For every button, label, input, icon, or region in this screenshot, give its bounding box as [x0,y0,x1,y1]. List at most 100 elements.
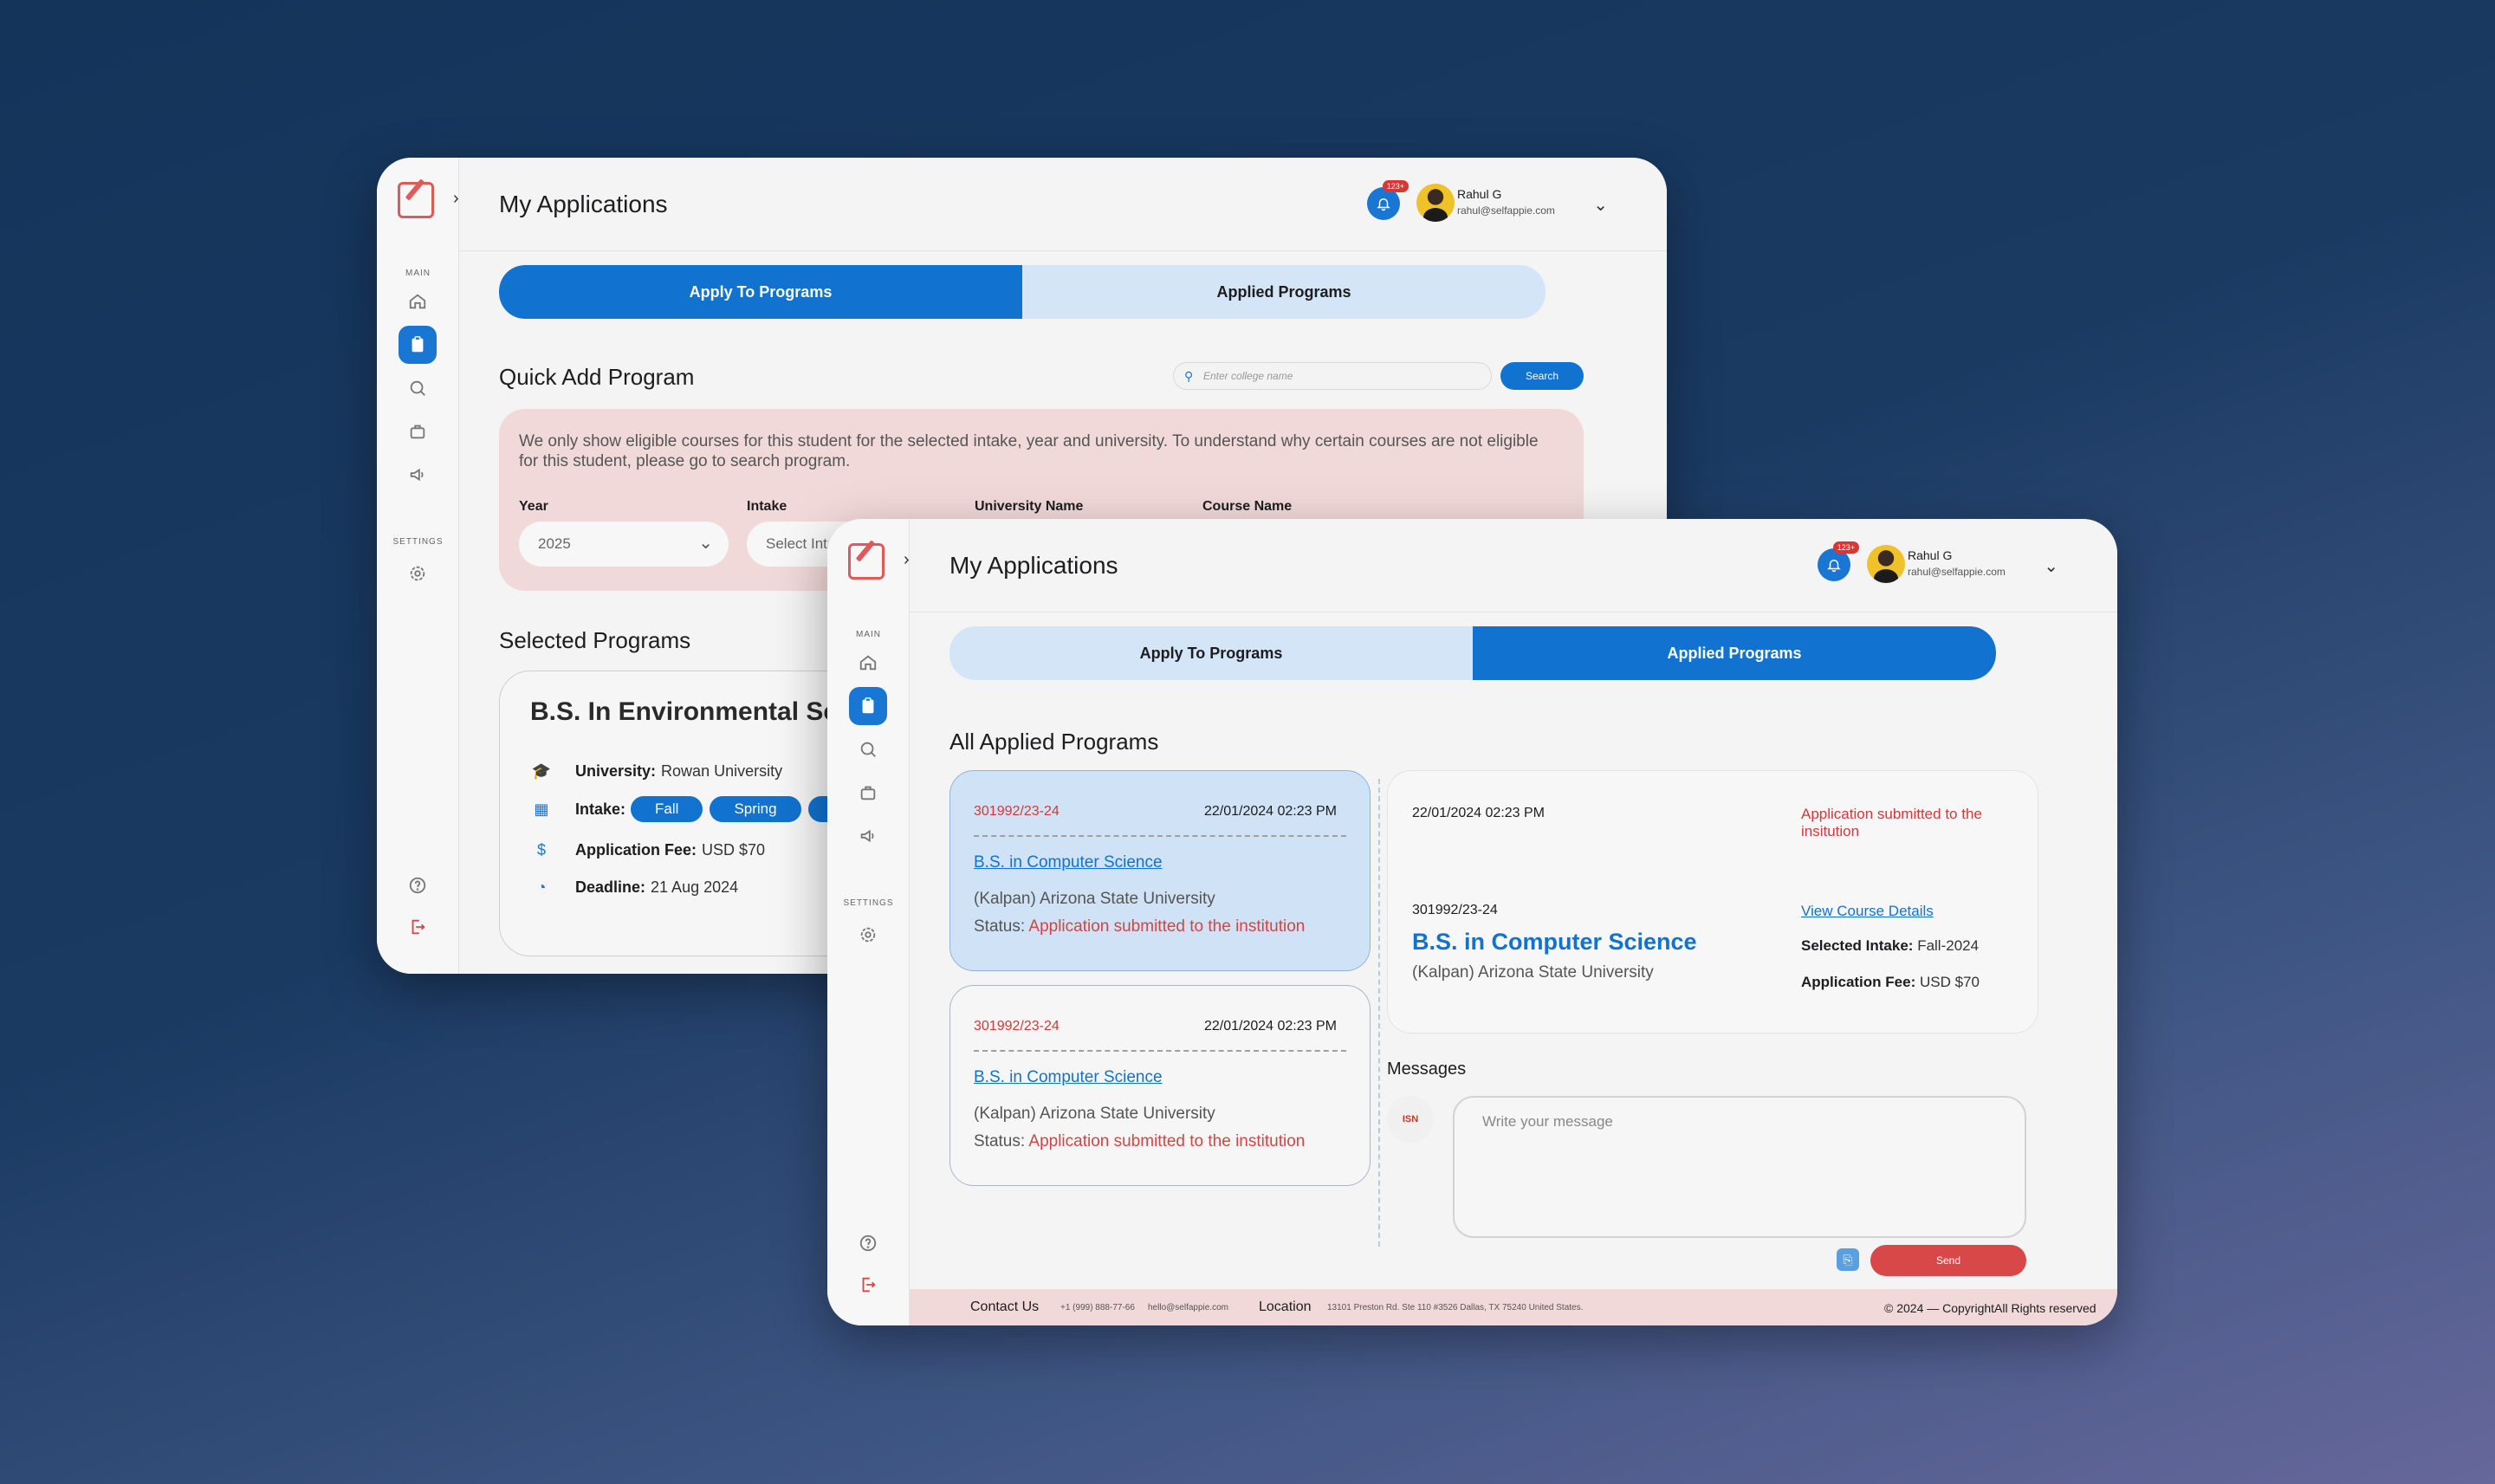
tab-apply-to-programs[interactable]: Apply To Programs [499,265,1022,319]
intake-label: Intake [747,499,787,514]
send-button[interactable]: Send [1870,1245,2026,1276]
copyright: © 2024 — CopyrightAll Rights reserved [1884,1301,2096,1315]
attachment-icon[interactable]: ⎘ [1837,1248,1859,1271]
page-title: My Applications [949,552,1118,579]
tab-apply-to-programs[interactable]: Apply To Programs [949,626,1473,680]
chevron-down-icon[interactable]: ⌄ [2044,555,2058,577]
applied-programs-window: › MAIN SETTINGS My Applications 123+ Rah… [827,519,2117,1325]
university-name: (Kalpan) Arizona State University [974,1105,1215,1123]
bell-icon[interactable]: 123+ [1818,541,1859,581]
notification-badge: 123+ [1832,541,1859,554]
status-label: Status: [974,917,1026,936]
program-tabs: Apply To Programs Applied Programs [499,265,1546,319]
app-logo[interactable] [848,543,885,580]
app-logo[interactable] [398,182,434,218]
home-icon[interactable] [399,282,437,321]
graduation-cap-icon: 🎓 [531,761,552,780]
home-icon[interactable] [849,644,887,682]
user-name: Rahul G [1908,548,1953,562]
sidebar-section-settings: SETTINGS [843,898,894,908]
deadline-label: Deadline: [575,878,646,896]
megaphone-icon[interactable] [849,817,887,855]
intake-value: Select Int [766,535,827,552]
selected-intake-value: Fall-2024 [1917,937,1980,954]
contact-phone[interactable]: +1 (999) 888-77-66 [1060,1303,1135,1312]
avatar[interactable] [1416,184,1455,222]
briefcase-icon[interactable] [849,774,887,812]
location-label: Location [1259,1299,1312,1314]
course-label: Course Name [1202,499,1293,514]
search-icon[interactable] [849,730,887,768]
calendar-icon: ▦ [534,800,549,818]
selected-intake-row: Selected Intake: Fall-2024 [1801,937,1979,955]
sidebar-expand-icon[interactable]: › [904,550,910,570]
applications-icon[interactable] [399,326,437,364]
gear-icon[interactable] [399,554,437,593]
notice-text: We only show eligible courses for this s… [519,432,1539,470]
applications-icon[interactable] [849,687,887,725]
university-value: Rowan University [661,761,783,780]
detail-id: 301992/23-24 [1412,903,1498,917]
clock-search-icon: ◔ [536,878,547,896]
selected-programs-title: Selected Programs [499,627,691,653]
search-icon[interactable] [399,369,437,407]
course-link[interactable]: B.S. in Computer Science [974,1068,1163,1087]
intake-chip-fall[interactable]: Fall [631,796,703,822]
sidebar: › MAIN SETTINGS [827,519,910,1325]
message-input[interactable]: Write your message [1453,1096,2026,1238]
university-name: (Kalpan) Arizona State University [974,890,1215,908]
column-divider [1378,779,1380,1247]
contact-us-label: Contact Us [970,1299,1040,1314]
view-course-details-link[interactable]: View Course Details [1801,903,1934,920]
intake-label: Intake: [575,800,626,818]
selected-intake-label: Selected Intake: [1801,937,1914,954]
application-fee-row: Application Fee: USD $70 [1801,974,1980,991]
application-datetime: 22/01/2024 02:23 PM [1203,1019,1337,1034]
tab-applied-programs[interactable]: Applied Programs [1022,265,1546,319]
user-email: rahul@selfappie.com [1908,566,2006,578]
year-select[interactable]: 2025 ⌄ [519,522,729,567]
help-icon[interactable] [849,1224,887,1262]
application-card[interactable]: 301992/23-24 22/01/2024 02:23 PM B.S. in… [949,985,1371,1186]
contact-email[interactable]: hello@selfappie.com [1148,1303,1228,1312]
search-input[interactable]: ⚲ Enter college name [1173,362,1492,390]
sidebar-expand-icon[interactable]: › [453,189,459,209]
detail-status: Application submitted to the insitution [1801,806,1982,839]
all-applied-title: All Applied Programs [949,729,1159,755]
deadline-row: ◔ Deadline: 21 Aug 2024 [530,876,739,898]
fee-label: Application Fee: [575,840,697,859]
fee-value: USD $70 [702,840,766,859]
search-icon: ⚲ [1184,369,1194,383]
logout-icon[interactable] [399,908,437,946]
location-address: 13101 Preston Rd. Ste 110 #3526 Dallas, … [1327,1303,1584,1312]
university-label: University: [575,761,657,780]
application-id: 301992/23-24 [974,1019,1060,1034]
sidebar-section-settings: SETTINGS [392,537,444,547]
application-fee-value: USD $70 [1919,974,1980,990]
briefcase-icon[interactable] [399,412,437,450]
course-link[interactable]: B.S. in Computer Science [974,853,1163,872]
application-status: Status: Application submitted to the ins… [974,917,1305,936]
megaphone-icon[interactable] [399,456,437,494]
logout-icon[interactable] [849,1266,887,1304]
chevron-down-icon[interactable]: ⌄ [1593,194,1608,216]
user-email: rahul@selfappie.com [1457,204,1555,217]
program-title: B.S. In Environmental Sci [530,697,846,726]
search-button[interactable]: Search [1500,362,1584,390]
application-id: 301992/23-24 [974,804,1060,819]
notification-badge: 123+ [1382,180,1409,192]
application-status: Status: Application submitted to the ins… [974,1132,1305,1151]
bell-icon[interactable]: 123+ [1367,180,1409,220]
intake-chip-spring[interactable]: Spring [710,796,801,822]
header: My Applications 123+ Rahul G rahul@selfa… [459,158,1667,251]
help-icon[interactable] [399,866,437,904]
detail-university: (Kalpan) Arizona State University [1412,963,1654,982]
tab-applied-programs[interactable]: Applied Programs [1473,626,1996,680]
divider [974,835,1346,837]
gear-icon[interactable] [849,916,887,954]
application-card[interactable]: 301992/23-24 22/01/2024 02:23 PM B.S. in… [949,770,1371,971]
avatar[interactable] [1867,545,1905,583]
status-value: Application submitted to the institution [1028,1132,1306,1150]
search-placeholder: Enter college name [1203,370,1293,382]
footer: Contact Us +1 (999) 888-77-66 hello@self… [910,1289,2117,1325]
